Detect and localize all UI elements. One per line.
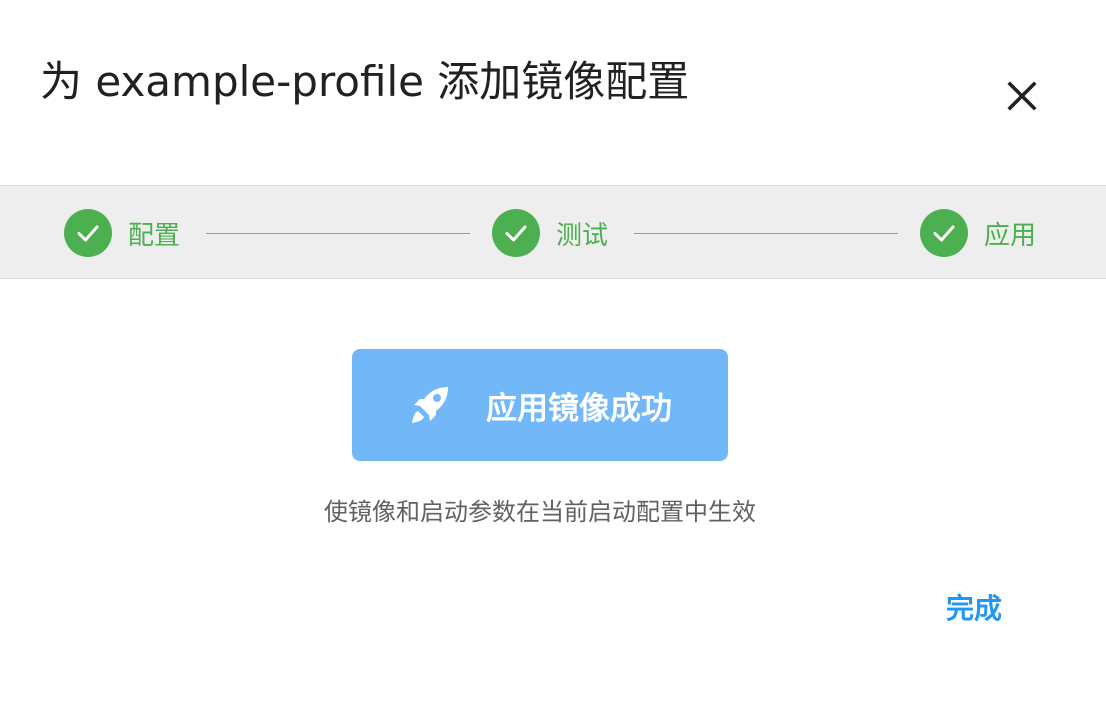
rocket-icon bbox=[408, 383, 452, 427]
finish-button[interactable]: 完成 bbox=[926, 580, 1022, 634]
step-divider bbox=[634, 233, 898, 234]
step-label: 应用 bbox=[984, 220, 1037, 251]
check-icon bbox=[505, 225, 527, 242]
hint-text: 使镜像和启动参数在当前启动配置中生效 bbox=[324, 498, 756, 526]
step-apply: 应用 bbox=[920, 209, 1036, 257]
step-test: 测试 bbox=[492, 209, 608, 257]
step-complete-badge bbox=[492, 209, 540, 257]
add-mirror-dialog: 为 example-profile 添加镜像配置 配置 测试 应用 应用镜像成功… bbox=[0, 0, 1106, 706]
step-divider bbox=[206, 233, 470, 234]
check-icon bbox=[77, 225, 99, 242]
apply-success-text: 应用镜像成功 bbox=[486, 390, 672, 427]
stepper: 配置 测试 应用 bbox=[0, 185, 1106, 279]
step-label: 配置 bbox=[128, 220, 181, 251]
step-config: 配置 bbox=[64, 209, 180, 257]
apply-success-card: 应用镜像成功 bbox=[352, 349, 728, 461]
close-button[interactable] bbox=[998, 72, 1046, 120]
step-label: 测试 bbox=[556, 220, 609, 251]
close-icon bbox=[1007, 81, 1037, 111]
check-icon bbox=[933, 225, 955, 242]
step-complete-badge bbox=[920, 209, 968, 257]
step-complete-badge bbox=[64, 209, 112, 257]
dialog-title: 为 example-profile 添加镜像配置 bbox=[40, 57, 690, 106]
